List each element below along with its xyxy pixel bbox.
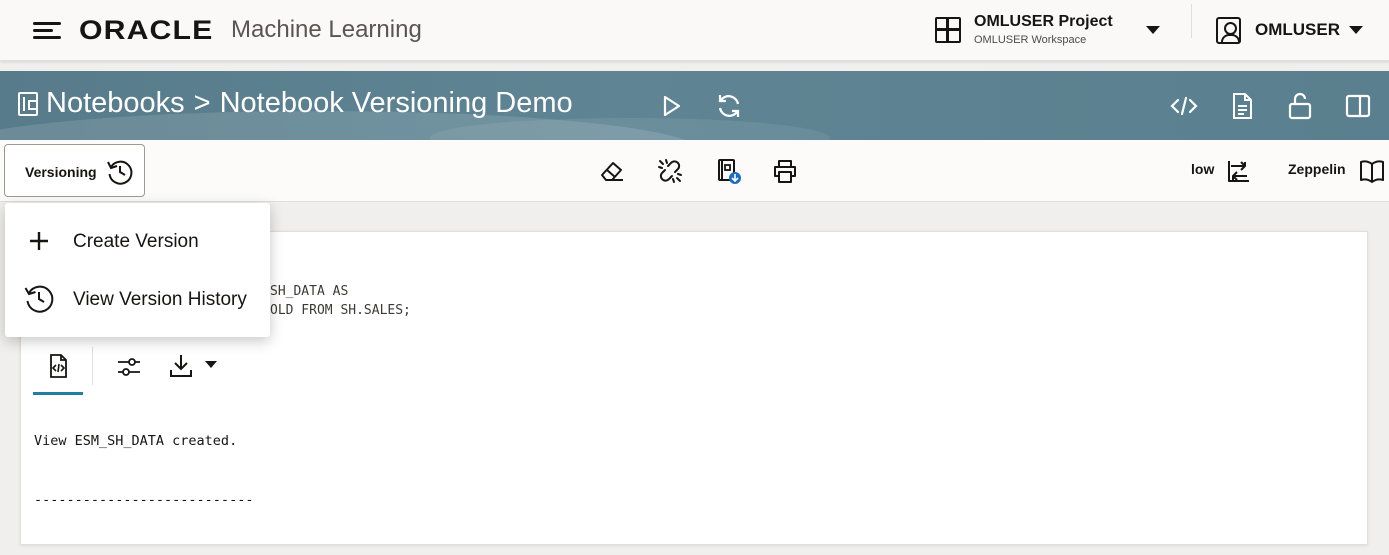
- document-icon[interactable]: [1227, 91, 1257, 121]
- code-line[interactable]: OLD FROM SH.SALES;: [270, 303, 411, 318]
- eraser-icon[interactable]: [598, 157, 626, 185]
- chevron-down-icon: [1349, 26, 1363, 34]
- header-divider: [1191, 4, 1192, 38]
- app-header: ORACLE Machine Learning OMLUSER Project …: [0, 0, 1389, 61]
- code-output-icon: [50, 354, 67, 378]
- code-line[interactable]: SH_DATA AS: [270, 284, 348, 299]
- project-name: OMLUSER Project: [974, 13, 1113, 30]
- export-notebook-icon[interactable]: [714, 157, 742, 185]
- notebook-title: Notebook Versioning Demo: [219, 87, 573, 119]
- unlock-icon[interactable]: [1285, 91, 1315, 121]
- notebook-icon: [18, 91, 38, 116]
- switch-connection-icon[interactable]: [1225, 157, 1253, 185]
- connection-label[interactable]: low: [1191, 161, 1214, 177]
- unlink-icon[interactable]: [656, 157, 684, 185]
- notebook-banner: Notebooks > Notebook Versioning Demo: [0, 71, 1389, 140]
- oracle-logo[interactable]: ORACLE Machine Learning: [79, 14, 422, 46]
- create-version-label: Create Version: [73, 231, 199, 252]
- interpreter-label[interactable]: Zeppelin: [1288, 161, 1346, 177]
- book-icon[interactable]: [1358, 157, 1386, 185]
- side-panel-icon[interactable]: [1343, 91, 1373, 121]
- user-menu[interactable]: OMLUSER: [1214, 14, 1374, 48]
- user-icon: [1216, 17, 1241, 44]
- hamburger-menu-icon[interactable]: [33, 20, 61, 40]
- download-tab[interactable]: [165, 347, 223, 395]
- code-view-icon[interactable]: [1169, 91, 1199, 121]
- versioning-label: Versioning: [25, 164, 97, 180]
- output-message: View ESM_SH_DATA created.: [34, 433, 238, 449]
- settings-sliders-icon: [118, 358, 140, 376]
- versioning-button[interactable]: Versioning: [4, 144, 145, 197]
- workspace-name: OMLUSER Workspace: [974, 34, 1087, 46]
- project-selector[interactable]: OMLUSER Project OMLUSER Workspace: [933, 10, 1173, 52]
- code-output-tab[interactable]: [33, 347, 83, 395]
- brand-name: ORACLE: [79, 14, 214, 45]
- breadcrumb-separator: >: [193, 87, 211, 119]
- refresh-icon[interactable]: [714, 91, 744, 121]
- history-icon: [107, 160, 133, 185]
- chevron-down-icon: [1146, 26, 1160, 34]
- user-name: OMLUSER: [1255, 20, 1340, 39]
- tab-divider: [92, 347, 93, 385]
- breadcrumb-notebooks-link[interactable]: Notebooks: [46, 87, 185, 120]
- plus-icon: [30, 232, 48, 250]
- project-grid-icon: [935, 17, 961, 43]
- view-version-history-menu-item[interactable]: View Version History: [5, 271, 270, 327]
- chevron-down-icon: [205, 361, 217, 368]
- create-version-menu-item[interactable]: Create Version: [5, 213, 270, 269]
- run-icon[interactable]: [656, 91, 686, 121]
- settings-tab[interactable]: [111, 347, 147, 395]
- product-name: Machine Learning: [231, 16, 422, 43]
- breadcrumb: Notebooks > Notebook Versioning Demo: [18, 87, 573, 120]
- view-version-history-label: View Version History: [73, 289, 247, 310]
- output-separator: ---------------------------: [34, 492, 254, 508]
- print-icon[interactable]: [771, 157, 799, 185]
- download-icon: [170, 355, 192, 377]
- versioning-menu: Create Version View Version History: [5, 203, 270, 337]
- history-icon: [24, 285, 54, 313]
- notebook-toolbar: Versioning low Zeppelin: [0, 140, 1389, 202]
